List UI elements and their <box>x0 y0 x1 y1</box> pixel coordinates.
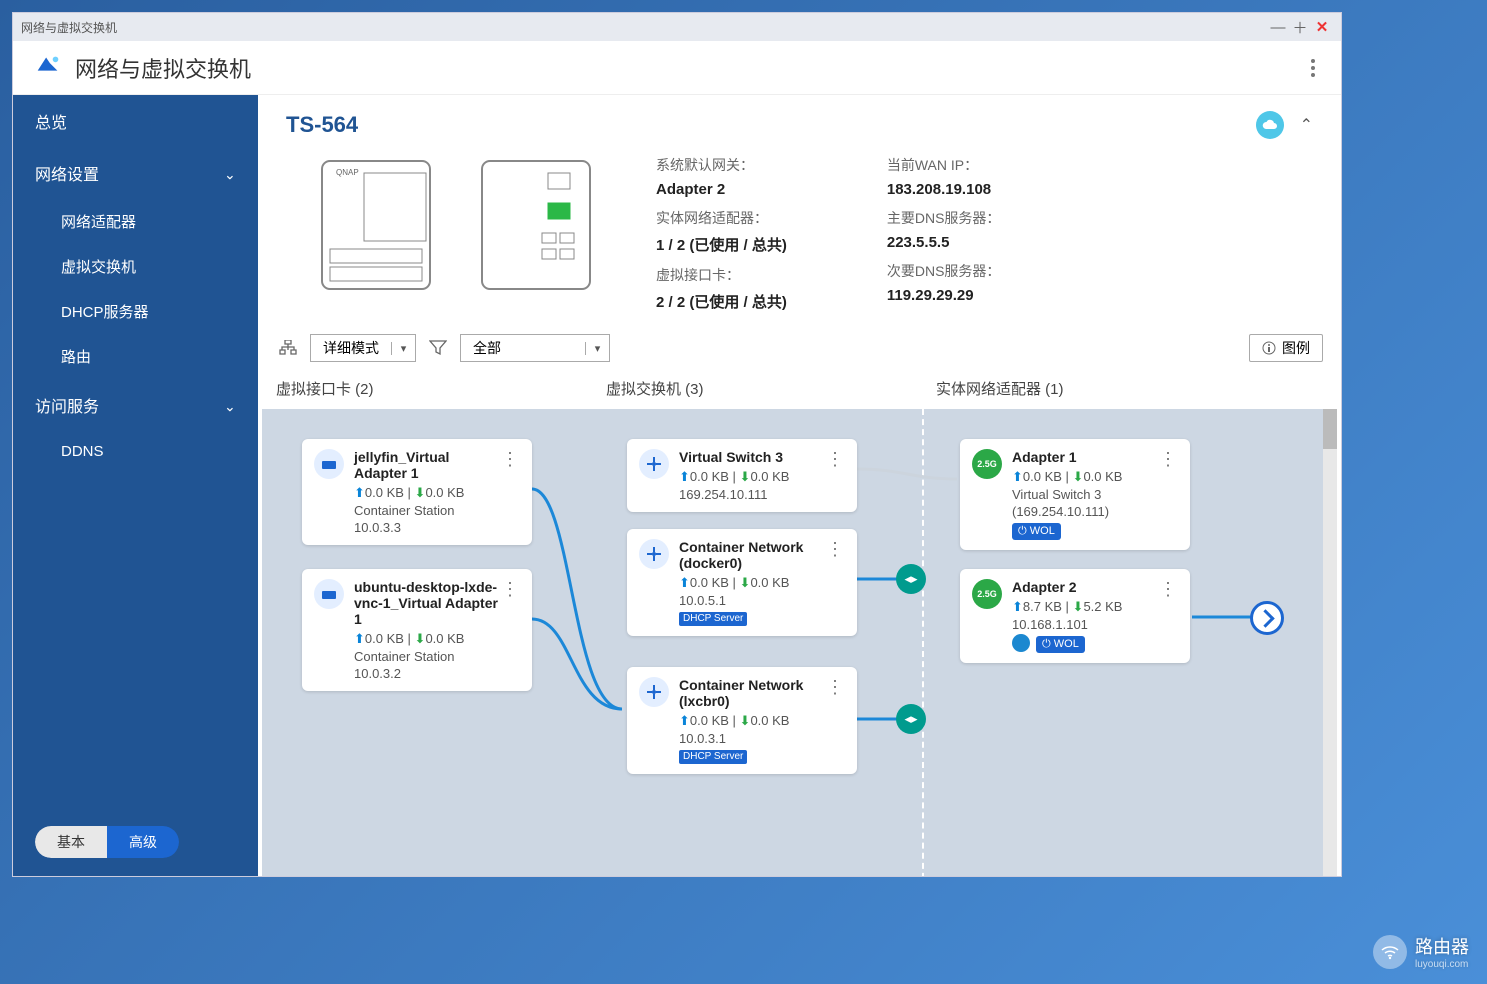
main-content: TS-564 ⌃ QNAP <box>258 95 1341 876</box>
app-title: 网络与虚拟交换机 <box>75 52 251 84</box>
col-phys-label: 实体网络适配器 (1) <box>936 378 1323 399</box>
globe-icon <box>1012 634 1030 652</box>
container-icon <box>314 579 344 609</box>
app-header: 网络与虚拟交换机 <box>13 41 1341 95</box>
maximize-button[interactable]: ＋ <box>1289 17 1311 38</box>
titlebar: 网络与虚拟交换机 — ＋ ✕ <box>13 13 1341 41</box>
gateway-icon <box>1250 601 1284 635</box>
container-icon <box>314 449 344 479</box>
node-menu[interactable]: ⋮ <box>825 539 845 626</box>
topology-icon[interactable] <box>276 336 300 360</box>
dhcp-badge: DHCP Server <box>679 750 747 764</box>
mode-basic[interactable]: 基本 <box>35 826 107 858</box>
info-col-1: 系统默认网关： Adapter 2 实体网络适配器： 1 / 2 (已使用 / … <box>656 155 787 318</box>
sidebar-item-ddns[interactable]: DDNS <box>13 431 258 472</box>
wol-badge: ⏻ WOL <box>1012 523 1061 540</box>
wol-badge: ⏻ WOL <box>1036 636 1085 653</box>
info-col-2: 当前WAN IP： 183.208.19.108 主要DNS服务器： 223.5… <box>887 155 1001 318</box>
sidebar: 总览 网络设置⌃ 网络适配器 虚拟交换机 DHCP服务器 路由 访问服务⌃ DD… <box>13 95 258 876</box>
node-adapter1[interactable]: 2.5G Adapter 1 ⬆0.0 KB | ⬇0.0 KB Virtual… <box>960 439 1190 550</box>
view-mode-select[interactable]: 详细模式▾ <box>310 334 416 362</box>
col-vnic-label: 虚拟接口卡 (2) <box>276 378 606 399</box>
vertical-scrollbar[interactable] <box>1323 409 1337 876</box>
app-more-menu[interactable] <box>1305 53 1321 83</box>
watermark: 路由器 luyouqi.com <box>1373 933 1469 970</box>
node-menu[interactable]: ⋮ <box>500 449 520 535</box>
svg-text:QNAP: QNAP <box>336 168 359 177</box>
node-vswitch3[interactable]: Container Network (lxcbr0) ⬆0.0 KB | ⬇0.… <box>627 667 857 774</box>
device-name: TS-564 <box>286 112 358 138</box>
chevron-up-icon: ⌃ <box>224 397 236 414</box>
sidebar-item-route[interactable]: 路由 <box>13 334 258 379</box>
node-menu[interactable]: ⋮ <box>1158 579 1178 653</box>
router-icon <box>1373 935 1407 969</box>
app-window: 网络与虚拟交换机 — ＋ ✕ 网络与虚拟交换机 总览 网络设置⌃ 网络适配器 虚… <box>12 12 1342 877</box>
sidebar-item-access[interactable]: 访问服务⌃ <box>13 379 258 431</box>
node-menu[interactable]: ⋮ <box>500 579 520 681</box>
device-panel: TS-564 ⌃ QNAP <box>258 95 1341 330</box>
device-illustration: QNAP <box>286 149 626 318</box>
close-button[interactable]: ✕ <box>1311 18 1333 36</box>
chevron-down-icon: ▾ <box>585 342 609 355</box>
cloud-icon[interactable] <box>1256 111 1284 139</box>
sidebar-item-adapter[interactable]: 网络适配器 <box>13 199 258 244</box>
node-menu[interactable]: ⋮ <box>825 449 845 502</box>
toolbar: 详细模式▾ 全部▾ 图例 <box>258 330 1341 372</box>
node-vswitch1[interactable]: Virtual Switch 3 ⬆0.0 KB | ⬇0.0 KB 169.2… <box>627 439 857 512</box>
column-divider <box>922 409 924 876</box>
ethernet-icon: 2.5G <box>972 579 1002 609</box>
sidebar-item-overview[interactable]: 总览 <box>13 95 258 147</box>
app-logo-icon <box>33 50 63 85</box>
mode-toggle: 基本 高级 <box>35 826 179 858</box>
ethernet-icon: 2.5G <box>972 449 1002 479</box>
node-adapter2[interactable]: 2.5G Adapter 2 ⬆8.7 KB | ⬇5.2 KB 10.168.… <box>960 569 1190 663</box>
columns-header: 虚拟接口卡 (2) 虚拟交换机 (3) 实体网络适配器 (1) <box>258 372 1341 409</box>
sidebar-item-network[interactable]: 网络设置⌃ <box>13 147 258 199</box>
dhcp-badge: DHCP Server <box>679 612 747 626</box>
chevron-up-icon: ⌃ <box>224 165 236 182</box>
mode-advanced[interactable]: 高级 <box>107 826 179 858</box>
switch-icon <box>639 677 669 707</box>
filter-select[interactable]: 全部▾ <box>460 334 610 362</box>
minimize-button[interactable]: — <box>1267 19 1289 36</box>
col-vswitch-label: 虚拟交换机 (3) <box>606 378 936 399</box>
collapse-panel-button[interactable]: ⌃ <box>1300 115 1313 135</box>
sidebar-item-vswitch[interactable]: 虚拟交换机 <box>13 244 258 289</box>
topology-canvas: jellyfin_Virtual Adapter 1 ⬆0.0 KB | ⬇0.… <box>262 409 1337 876</box>
node-vnic1[interactable]: jellyfin_Virtual Adapter 1 ⬆0.0 KB | ⬇0.… <box>302 439 532 545</box>
nat-badge-icon: ◂▸ <box>896 564 926 594</box>
node-vswitch2[interactable]: Container Network (docker0) ⬆0.0 KB | ⬇0… <box>627 529 857 636</box>
node-vnic2[interactable]: ubuntu-desktop-lxde-vnc-1_Virtual Adapte… <box>302 569 532 691</box>
node-menu[interactable]: ⋮ <box>1158 449 1178 540</box>
nat-badge-icon: ◂▸ <box>896 704 926 734</box>
filter-icon[interactable] <box>426 336 450 360</box>
node-menu[interactable]: ⋮ <box>825 677 845 764</box>
window-title: 网络与虚拟交换机 <box>21 19 117 36</box>
sidebar-item-dhcp[interactable]: DHCP服务器 <box>13 289 258 334</box>
legend-button[interactable]: 图例 <box>1249 334 1323 362</box>
switch-icon <box>639 449 669 479</box>
chevron-down-icon: ▾ <box>391 342 415 355</box>
switch-icon <box>639 539 669 569</box>
